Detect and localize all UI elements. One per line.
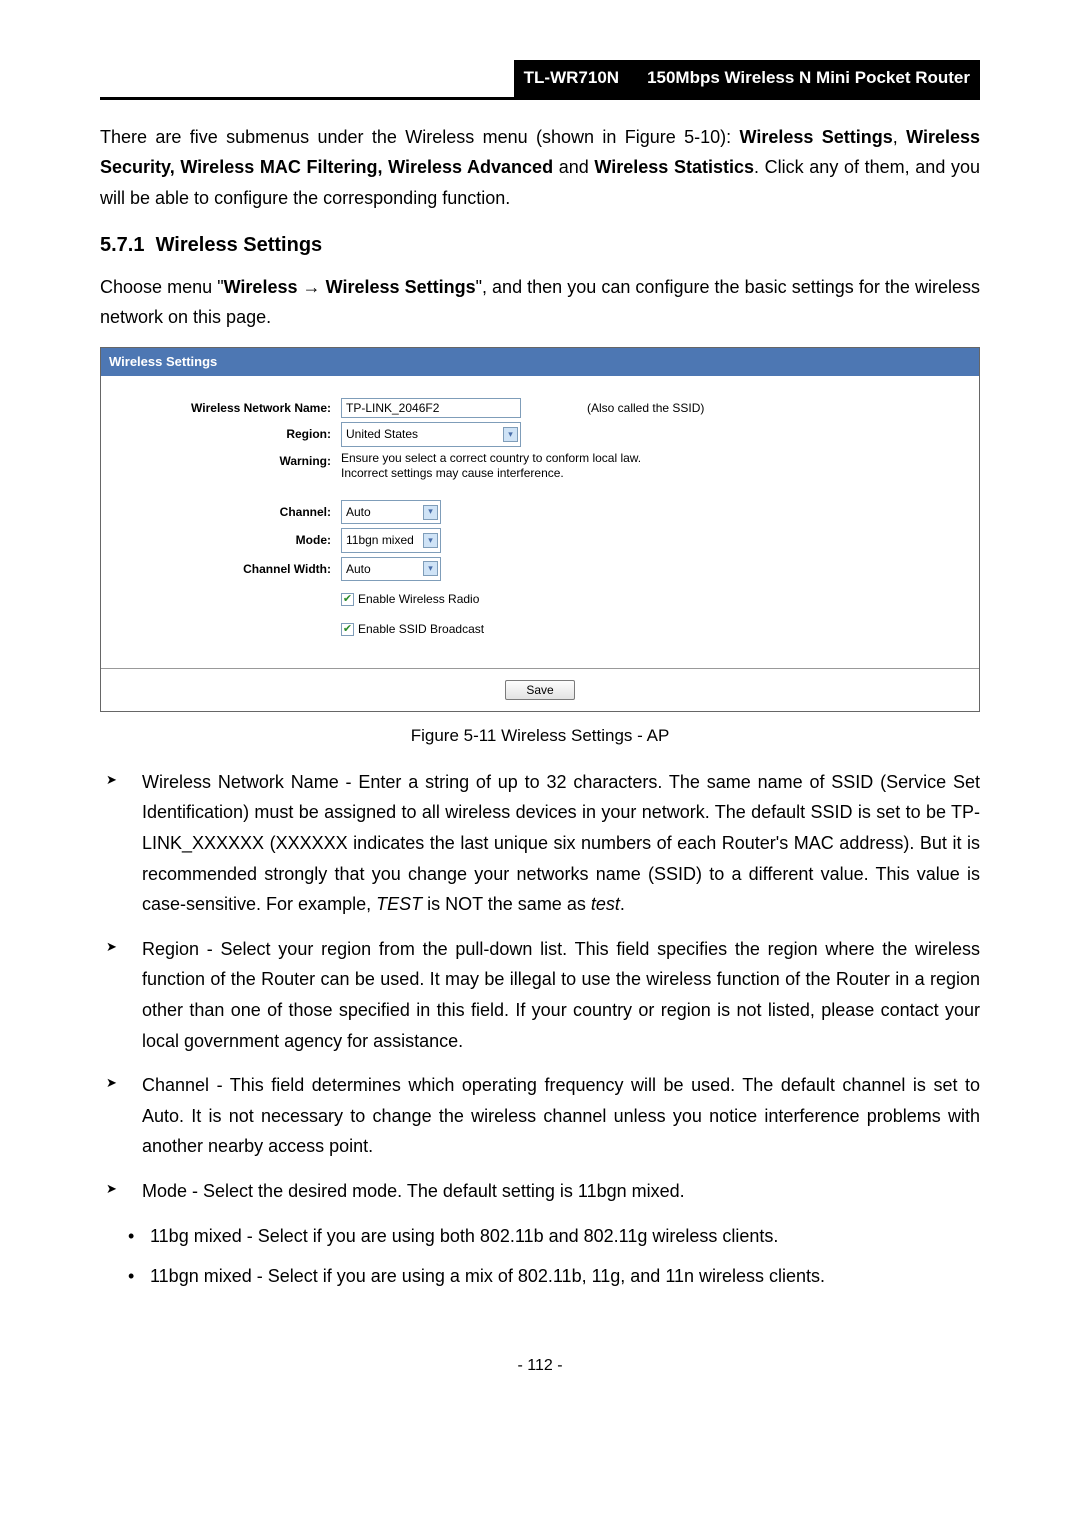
figure-caption: Figure 5-11 Wireless Settings - AP: [100, 722, 980, 751]
mode-value: 11bgn mixed: [346, 530, 414, 550]
enable-ssid-broadcast-label: Enable SSID Broadcast: [358, 619, 484, 639]
enable-wireless-radio-label: Enable Wireless Radio: [358, 589, 479, 609]
warning-line-1: Ensure you select a correct country to c…: [341, 451, 959, 467]
ssid-note: (Also called the SSID): [587, 398, 704, 418]
section-title: Wireless Settings: [156, 234, 323, 256]
sub-bullet-11bg-mixed: 11bg mixed - Select if you are using bot…: [128, 1221, 980, 1252]
bullet-channel: Channel - This field determines which op…: [100, 1070, 980, 1162]
mode-select[interactable]: 11bgn mixed ▾: [341, 528, 441, 552]
bold-wireless-settings: Wireless Settings: [740, 127, 893, 147]
channel-width-select[interactable]: Auto ▾: [341, 557, 441, 581]
bold-wireless-statistics: Wireless Statistics: [594, 157, 754, 177]
section-heading: 5.7.1 Wireless Settings: [100, 228, 980, 262]
label-region: Region:: [121, 424, 341, 444]
channel-width-value: Auto: [346, 559, 371, 579]
wireless-settings-panel: Wireless Settings Wireless Network Name:…: [100, 347, 980, 712]
bullet-mode: Mode - Select the desired mode. The defa…: [100, 1176, 980, 1207]
chevron-down-icon: ▾: [423, 505, 438, 520]
chevron-down-icon: ▾: [503, 427, 518, 442]
label-mode: Mode:: [121, 530, 341, 550]
label-channel: Channel:: [121, 502, 341, 522]
intro-paragraph: There are five submenus under the Wirele…: [100, 122, 980, 214]
bullet-region: Region - Select your region from the pul…: [100, 934, 980, 1056]
enable-ssid-broadcast-checkbox[interactable]: ✔: [341, 623, 354, 636]
page-number: - 112 -: [100, 1352, 980, 1379]
enable-wireless-radio-checkbox[interactable]: ✔: [341, 593, 354, 606]
label-channel-width: Channel Width:: [121, 559, 341, 579]
region-select[interactable]: United States ▾: [341, 422, 521, 446]
model-label: TL-WR710N: [514, 60, 629, 97]
warning-line-2: Incorrect settings may cause interferenc…: [341, 466, 959, 482]
header-bar: TL-WR710N 150Mbps Wireless N Mini Pocket…: [100, 60, 980, 100]
ssid-input[interactable]: [341, 398, 521, 418]
chevron-down-icon: ▾: [423, 533, 438, 548]
channel-value: Auto: [346, 502, 371, 522]
label-warning: Warning:: [121, 451, 341, 471]
channel-select[interactable]: Auto ▾: [341, 500, 441, 524]
bullet-wireless-network-name: Wireless Network Name - Enter a string o…: [100, 767, 980, 920]
product-label: 150Mbps Wireless N Mini Pocket Router: [629, 60, 980, 97]
arrow-icon: →: [297, 277, 325, 297]
label-wireless-network-name: Wireless Network Name:: [121, 398, 341, 418]
region-value: United States: [346, 424, 418, 444]
choose-menu-paragraph: Choose menu "Wireless → Wireless Setting…: [100, 272, 980, 333]
chevron-down-icon: ▾: [423, 561, 438, 576]
panel-title: Wireless Settings: [101, 348, 979, 376]
sub-bullet-11bgn-mixed: 11bgn mixed - Select if you are using a …: [128, 1261, 980, 1292]
save-button[interactable]: Save: [505, 680, 574, 700]
section-number: 5.7.1: [100, 234, 144, 256]
